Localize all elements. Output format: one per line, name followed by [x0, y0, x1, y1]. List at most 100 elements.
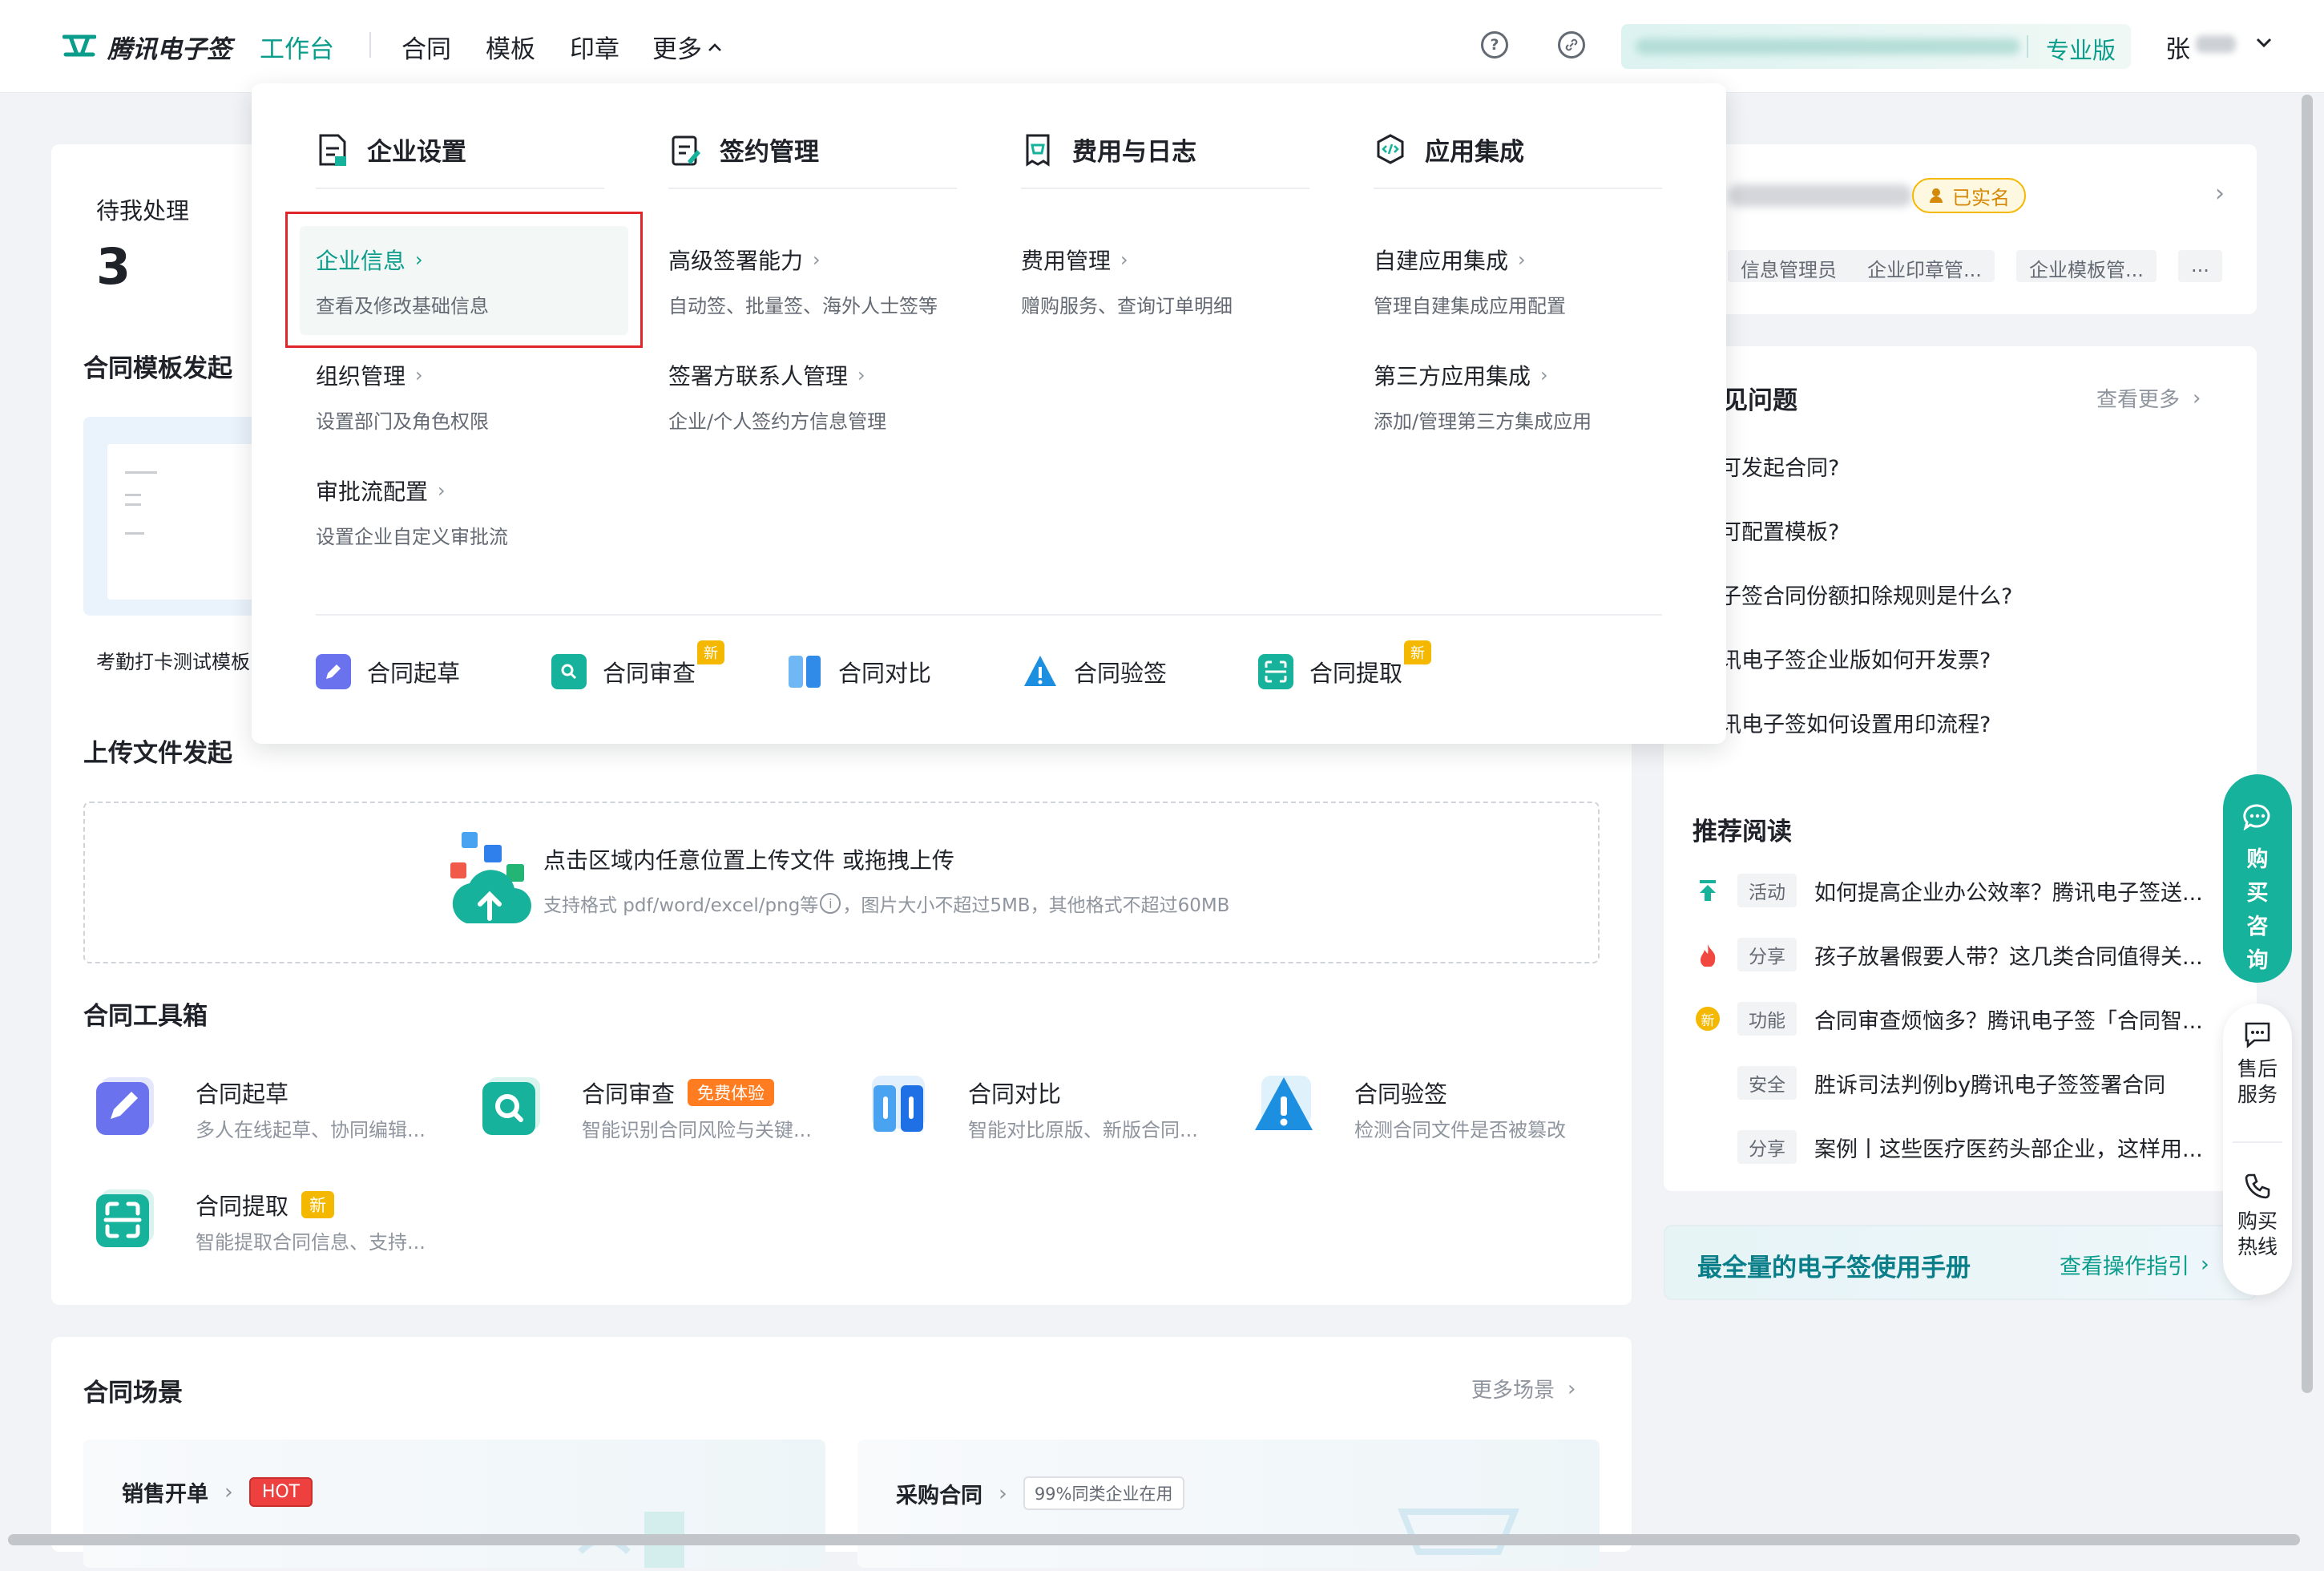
- reading-icon-placeholder: [1696, 1135, 1720, 1159]
- brand-logo[interactable]: 腾讯电子签: [62, 29, 232, 65]
- after-sales-button[interactable]: 售后 服务: [2223, 1021, 2292, 1108]
- nav-workbench[interactable]: 工作台: [260, 29, 334, 65]
- help-icon[interactable]: ?: [1481, 31, 1508, 59]
- menu-col-title: 企业设置: [367, 138, 466, 167]
- faq-item[interactable]: 子签合同份额扣除规则是什么?: [1720, 579, 2012, 610]
- menu-item-self-built-integration[interactable]: 自建应用集成 › 管理自建集成应用配置: [1374, 244, 1566, 318]
- faq-more-link[interactable]: 查看更多 ›: [2096, 383, 2201, 413]
- upload-dropzone[interactable]: 点击区域内任意位置上传文件 或拖拽上传 支持格式 pdf/word/excel/…: [83, 802, 1600, 963]
- faq-item[interactable]: 可发起合同?: [1720, 450, 1839, 482]
- tool-extract[interactable]: 合同提取新 智能提取合同信息、支持...: [91, 1181, 444, 1262]
- quick-tool-extract[interactable]: 合同提取新: [1258, 640, 1432, 689]
- tool-compare[interactable]: 合同对比 智能对比原版、新版合同...: [864, 1069, 1216, 1149]
- profile-card: 已实名 › 信息管理员 企业印章管... 企业模板管... ...: [1664, 144, 2257, 314]
- tool-verify[interactable]: 合同验签 检测合同文件是否被篡改: [1250, 1069, 1603, 1149]
- nav-divider: [369, 32, 371, 58]
- faq-item[interactable]: 讯电子签如何设置用印流程?: [1720, 707, 1991, 738]
- menu-item-third-party-integration[interactable]: 第三方应用集成 › 添加/管理第三方集成应用: [1374, 359, 1592, 434]
- reading-item[interactable]: 安全 胜诉司法判例by腾讯电子签签署合同: [1696, 1066, 2165, 1100]
- chevron-up-icon: [708, 42, 721, 51]
- scene-card-purchase[interactable]: 采购合同 › 99%同类企业在用: [857, 1440, 1600, 1568]
- pending-count[interactable]: 3: [96, 237, 131, 296]
- menu-item-approval-flow[interactable]: 审批流配置 › 设置企业自定义审批流: [316, 475, 508, 549]
- reading-item[interactable]: 分享 孩子放暑假要人带？这几类合同值得关...: [1696, 938, 2203, 971]
- manual-banner[interactable]: 最全量的电子签使用手册 查看操作指引 ›: [1664, 1225, 2257, 1300]
- reading-item[interactable]: 活动 如何提高企业办公效率？腾讯电子签送...: [1696, 874, 2203, 907]
- user-check-icon: [1930, 188, 1943, 203]
- more-scenes-link[interactable]: 更多场景 ›: [1471, 1374, 1576, 1403]
- tool-review[interactable]: 合同审查 免费体验 智能识别合同风险与关键...: [478, 1069, 830, 1149]
- menu-item-enterprise-info[interactable]: 企业信息 › 查看及修改基础信息: [316, 244, 489, 318]
- buy-consult-button[interactable]: 购 买 咨 询: [2223, 774, 2292, 983]
- more-scenes-label: 更多场景: [1471, 1379, 1555, 1403]
- pending-title: 待我处理: [96, 197, 190, 224]
- menu-item-desc: 设置企业自定义审批流: [316, 526, 508, 548]
- user-name[interactable]: 张: [2165, 29, 2190, 65]
- quick-tool-label-wrap: 合同审查新: [603, 640, 725, 689]
- cart-receipt-icon: [1026, 134, 1050, 167]
- reading-item[interactable]: 新 功能 合同审查烦恼多？腾讯电子签「合同智...: [1696, 1002, 2203, 1036]
- menu-item-title-row: 签署方联系人管理 ›: [668, 359, 886, 391]
- nav-contract[interactable]: 合同: [401, 29, 451, 65]
- chevron-down-icon[interactable]: [2253, 32, 2274, 53]
- faq-item[interactable]: 可配置模板?: [1720, 515, 1839, 546]
- menu-col-billing-logs: 费用与日志: [1021, 131, 1196, 168]
- chevron-right-icon: ›: [813, 248, 821, 271]
- scan-icon: [91, 1181, 160, 1250]
- account-switcher[interactable]: 专业版: [1621, 24, 2131, 69]
- horizontal-scrollbar[interactable]: [8, 1534, 2300, 1545]
- manual-link[interactable]: 查看操作指引 ›: [2060, 1249, 2209, 1280]
- float-divider: [2233, 1141, 2282, 1143]
- nav-more[interactable]: 更多: [652, 29, 723, 65]
- quick-tool-draft[interactable]: 合同起草: [316, 654, 460, 689]
- menu-item-org-management[interactable]: 组织管理 › 设置部门及角色权限: [316, 359, 489, 434]
- menu-item-title-row: 审批流配置 ›: [316, 475, 508, 507]
- menu-col-underline: [1374, 188, 1662, 189]
- menu-item-billing[interactable]: 费用管理 › 赠购服务、查询订单明细: [1021, 244, 1233, 318]
- role-chip[interactable]: ...: [2178, 250, 2222, 282]
- reading-icon-placeholder: [1696, 1071, 1720, 1095]
- menu-item-desc: 设置部门及角色权限: [316, 410, 489, 433]
- quick-tool-label: 合同验签: [1074, 660, 1168, 687]
- chevron-right-icon: ›: [415, 248, 423, 271]
- pen-icon: [91, 1069, 160, 1138]
- verified-label: 已实名: [1952, 186, 2010, 209]
- phone-icon: [2245, 1173, 2270, 1199]
- scene-illustration: [564, 1496, 724, 1568]
- reading-item[interactable]: 分享 案例丨这些医疗医药头部企业，这样用...: [1696, 1130, 2203, 1164]
- scene-sales-title: 销售开单 › HOT: [122, 1476, 313, 1508]
- consult-char: 咨: [2246, 915, 2269, 939]
- faq-item[interactable]: 讯电子签企业版如何开发票?: [1720, 643, 1991, 674]
- compare-icon: [864, 1069, 933, 1138]
- upload-cloud-icon: [444, 829, 532, 933]
- quick-tool-verify[interactable]: 合同验签: [1023, 654, 1167, 689]
- fire-icon: [1696, 943, 1720, 967]
- scene-card-sales[interactable]: 销售开单 › HOT: [83, 1440, 825, 1568]
- template-section-title: 合同模板发起: [83, 354, 232, 383]
- chevron-right-icon[interactable]: ›: [2215, 180, 2225, 208]
- quick-tool-compare[interactable]: 合同对比: [787, 654, 931, 689]
- menu-item-title: 组织管理: [316, 363, 406, 390]
- upload-sub-text-2: ，图片大小不超过5MB，其他格式不超过60MB: [842, 895, 1230, 916]
- link-icon[interactable]: [1558, 31, 1585, 59]
- account-divider: [2027, 35, 2028, 58]
- vertical-scrollbar[interactable]: [2302, 95, 2313, 1393]
- nav-seal[interactable]: 印章: [570, 29, 619, 65]
- template-name[interactable]: 考勤打卡测试模板: [96, 646, 250, 674]
- quick-tool-label: 合同起草: [367, 660, 461, 687]
- info-icon[interactable]: i: [820, 893, 841, 914]
- upload-main-text: 点击区域内任意位置上传文件 或拖拽上传: [543, 847, 954, 874]
- quick-tool-review[interactable]: 合同审查新: [551, 640, 725, 689]
- menu-item-signer-contacts[interactable]: 签署方联系人管理 › 企业/个人签约方信息管理: [668, 359, 886, 434]
- tool-draft[interactable]: 合同起草 多人在线起草、协同编辑...: [91, 1069, 444, 1149]
- nav-template[interactable]: 模板: [486, 29, 535, 65]
- consult-char: 买: [2246, 881, 2269, 906]
- reading-text: 如何提高企业办公效率？腾讯电子签送...: [1814, 880, 2203, 906]
- menu-item-advanced-signing[interactable]: 高级签署能力 › 自动签、批量签、海外人士签等: [668, 244, 938, 318]
- edition-label: 专业版: [2046, 37, 2116, 64]
- scene-purchase-title: 采购合同 › 99%同类企业在用: [896, 1476, 1184, 1510]
- menu-col-enterprise-settings: 企业设置: [316, 131, 466, 168]
- chevron-right-icon: ›: [857, 364, 865, 386]
- hot-badge: HOT: [248, 1477, 313, 1507]
- hotline-button[interactable]: 购买 热线: [2223, 1172, 2292, 1260]
